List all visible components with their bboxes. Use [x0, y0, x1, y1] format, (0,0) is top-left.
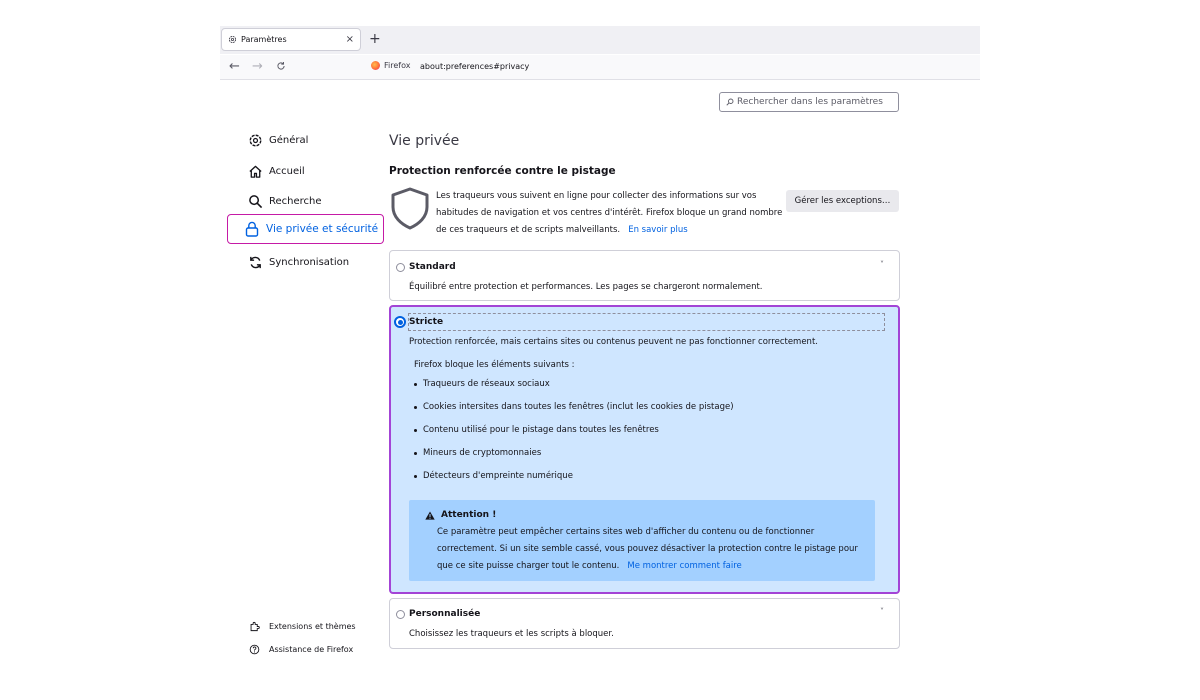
- footer-item-label: Assistance de Firefox: [269, 645, 354, 654]
- home-icon: [249, 165, 262, 178]
- settings-search-input[interactable]: Rechercher dans les paramètres: [719, 92, 899, 112]
- footer-item-label: Extensions et thèmes: [269, 622, 356, 631]
- warning-icon: [425, 510, 435, 520]
- blocked-item-label: Mineurs de cryptomonnaies: [423, 448, 542, 458]
- standard-radio[interactable]: [396, 263, 405, 272]
- radio-dot: [397, 319, 403, 325]
- show-me-how-link[interactable]: Me montrer comment faire: [627, 561, 741, 571]
- list-item: Mineurs de cryptomonnaies: [414, 448, 541, 458]
- tab-title: Paramètres: [241, 35, 287, 44]
- sidebar-item-label: Accueil: [269, 165, 305, 177]
- sidebar-item-general[interactable]: Général: [248, 130, 308, 150]
- list-item: Cookies intersites dans toutes les fenêt…: [414, 402, 734, 412]
- sidebar-footer-support[interactable]: Assistance de Firefox: [249, 644, 353, 655]
- list-item: Traqueurs de réseaux sociaux: [414, 379, 550, 389]
- description-line: Les traqueurs vous suivent en ligne pour…: [436, 191, 757, 201]
- sidebar-item-sync[interactable]: Synchronisation: [248, 252, 349, 272]
- identity-label: Firefox: [384, 61, 411, 70]
- search-placeholder: Rechercher dans les paramètres: [737, 97, 883, 107]
- option-description: Choisissez les traqueurs et les scripts …: [409, 629, 614, 639]
- option-label: Personnalisée: [409, 609, 481, 619]
- gear-icon: [249, 134, 262, 146]
- page-title: Vie privée: [389, 133, 460, 149]
- reload-icon: [277, 61, 285, 70]
- sidebar-item-privacy[interactable]: Vie privée et sécurité: [227, 214, 384, 244]
- focus-ring: [408, 313, 885, 331]
- blocks-heading: Firefox bloque les éléments suivants :: [414, 360, 575, 370]
- blocked-item-label: Contenu utilisé pour le pistage dans tou…: [423, 425, 659, 435]
- blocked-item-label: Traqueurs de réseaux sociaux: [423, 379, 550, 389]
- sidebar-item-label: Synchronisation: [269, 256, 350, 268]
- custom-radio[interactable]: [396, 610, 405, 619]
- sidebar-item-label: Recherche: [269, 195, 322, 207]
- option-description: Protection renforcée, mais certains site…: [409, 337, 818, 347]
- list-item: Contenu utilisé pour le pistage dans tou…: [414, 425, 659, 435]
- chevron-down-icon[interactable]: ˅: [880, 260, 884, 269]
- gear-icon: [228, 35, 237, 44]
- reload-button[interactable]: [276, 60, 286, 76]
- etp-description: Les traqueurs vous suivent en ligne pour…: [436, 188, 786, 239]
- warning-line: Ce paramètre peut empêcher certains site…: [437, 527, 815, 537]
- warning-title-text: Attention !: [441, 510, 497, 520]
- list-item: Détecteurs d'empreinte numérique: [414, 471, 573, 481]
- sync-icon: [250, 256, 261, 268]
- sidebar-item-search[interactable]: Recherche: [248, 191, 322, 211]
- forward-button[interactable]: →: [252, 59, 263, 75]
- option-custom-card[interactable]: Personnalisée ˅ Choisissez les traqueurs…: [389, 598, 900, 649]
- new-tab-button[interactable]: +: [369, 31, 381, 47]
- warning-title: Attention !: [425, 510, 496, 520]
- warning-line: correctement. Si un site semble cassé, v…: [437, 544, 858, 554]
- learn-more-link[interactable]: En savoir plus: [628, 225, 687, 235]
- option-label: Standard: [409, 262, 456, 272]
- search-icon: [249, 194, 263, 208]
- identity-box[interactable]: Firefox: [371, 61, 410, 70]
- close-tab-button[interactable]: ×: [346, 34, 354, 45]
- section-title: Protection renforcée contre le pistage: [389, 165, 616, 177]
- back-button[interactable]: ←: [229, 59, 240, 75]
- puzzle-icon: [250, 621, 260, 632]
- lock-icon: [245, 221, 259, 237]
- sidebar-footer-extensions[interactable]: Extensions et thèmes: [249, 621, 356, 632]
- warning-text: Ce paramètre peut empêcher certains site…: [437, 524, 867, 575]
- description-line: habitudes de navigation et vos centres d…: [436, 208, 783, 218]
- firefox-logo-icon: [371, 61, 380, 70]
- warning-line: que ce site puisse charger tout le conte…: [437, 561, 620, 571]
- sidebar-item-home[interactable]: Accueil: [248, 161, 305, 181]
- sidebar-item-label: Général: [269, 134, 309, 146]
- blocked-item-label: Détecteurs d'empreinte numérique: [423, 471, 573, 481]
- description-line: de ces traqueurs et de scripts malveilla…: [436, 225, 621, 235]
- manage-exceptions-button[interactable]: Gérer les exceptions…: [786, 190, 899, 212]
- option-label: Stricte: [409, 317, 444, 327]
- strict-radio[interactable]: [394, 316, 406, 328]
- chevron-down-icon[interactable]: ˅: [880, 607, 884, 616]
- option-description: Équilibré entre protection et performanc…: [409, 282, 763, 292]
- search-icon: [726, 98, 734, 106]
- blocked-item-label: Cookies intersites dans toutes les fenêt…: [423, 402, 734, 412]
- option-standard-card[interactable]: Standard ˅ Équilibré entre protection et…: [389, 250, 900, 301]
- navigation-toolbar: [220, 55, 980, 80]
- shield-icon: [389, 186, 431, 234]
- sidebar-item-label: Vie privée et sécurité: [266, 223, 379, 235]
- url-input[interactable]: about:preferences#privacy: [420, 62, 529, 71]
- tab-settings[interactable]: Paramètres ×: [221, 28, 361, 51]
- help-icon: [249, 644, 260, 655]
